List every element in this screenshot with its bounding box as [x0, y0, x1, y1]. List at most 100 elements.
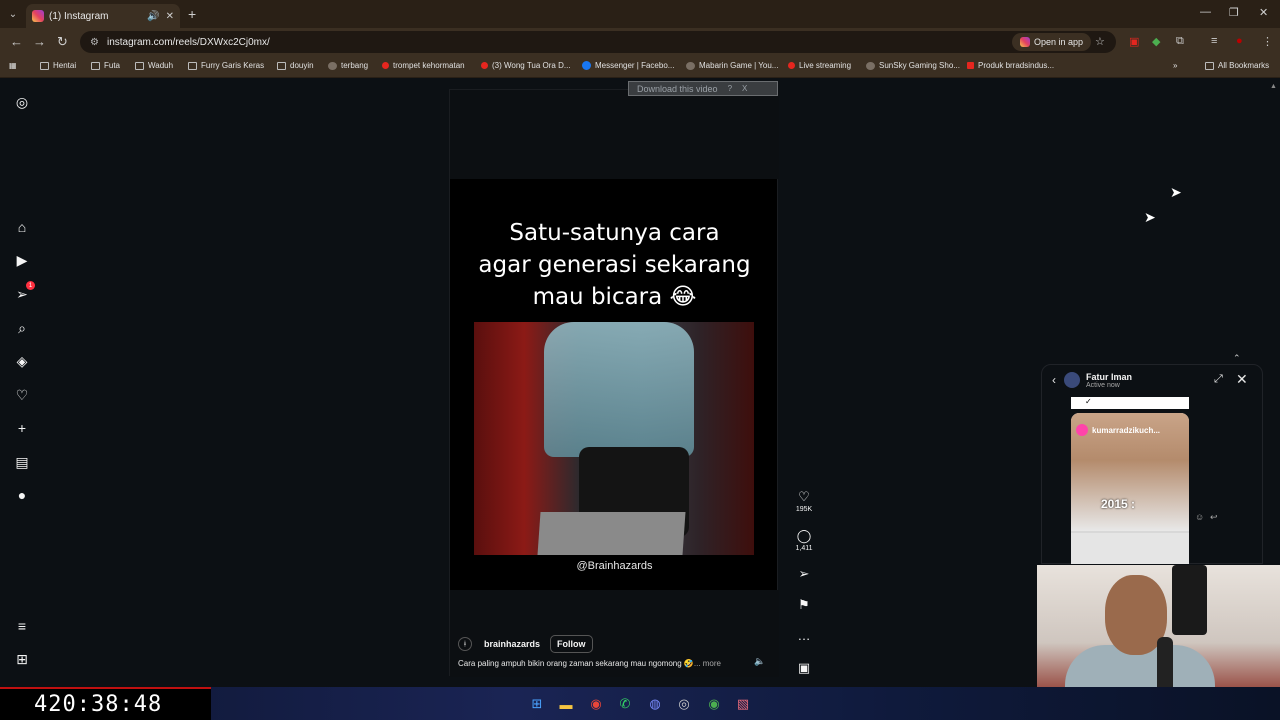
back-button[interactable]: ←	[10, 34, 23, 49]
shared-reel-card[interactable]: kumarradzikuch... 2015 :	[1071, 413, 1189, 564]
site-info-icon[interactable]: ⚙	[90, 37, 99, 48]
chrome-icon[interactable]: ◉	[587, 695, 605, 713]
media-control-icon[interactable]: ≡	[1211, 35, 1217, 47]
more-bookmarks-icon[interactable]: »	[1173, 61, 1177, 70]
file-explorer-icon[interactable]: ▬	[557, 695, 575, 713]
browser-menu-icon[interactable]: ⋮	[1262, 35, 1273, 48]
like-button[interactable]: ♡ 195K	[794, 489, 814, 513]
bookmark-item[interactable]: terbang	[328, 61, 368, 70]
reel-author-row: ᚼ brainhazards Follow	[458, 635, 593, 653]
heart-icon: ♡	[798, 489, 810, 504]
scrollbar-up-arrow[interactable]: ▲	[1270, 83, 1277, 90]
mute-icon[interactable]: 🔈	[754, 656, 765, 667]
folder-icon	[1205, 61, 1214, 70]
discord-icon[interactable]: ◍	[646, 695, 664, 713]
comment-button[interactable]: ◯ 1,411	[794, 528, 814, 552]
bookmark-item[interactable]: Mabarin Game | You...	[686, 61, 778, 70]
new-tab-button[interactable]: +	[188, 6, 196, 22]
more-link[interactable]: ... more	[694, 659, 721, 668]
shared-reel-user: kumarradzikuch...	[1076, 424, 1160, 436]
chat-avatar[interactable]	[1064, 372, 1080, 388]
more-options-button[interactable]: …	[794, 628, 814, 643]
extension-icon[interactable]: ▣	[1129, 35, 1139, 48]
all-bookmarks-button[interactable]: All Bookmarks	[1205, 61, 1269, 70]
home-icon[interactable]: ⌂	[13, 218, 31, 236]
more-menu-icon[interactable]: ≡	[13, 617, 31, 635]
extensions-puzzle-icon[interactable]: ⧉	[1176, 35, 1184, 48]
obs-icon[interactable]: ◎	[675, 695, 693, 713]
like-count: 195K	[795, 506, 813, 513]
bookmark-item[interactable]: Live streaming	[788, 61, 851, 70]
reload-button[interactable]: ↻	[57, 34, 68, 50]
whatsapp-icon[interactable]: ✆	[616, 695, 634, 713]
chat-header: ‹ Fatur Iman Active now ⤢ ✕	[1042, 365, 1264, 395]
overlay-line: agar generasi sekarang	[478, 252, 751, 278]
dashboard-icon[interactable]: ▤	[13, 453, 31, 471]
audio-track-button[interactable]: ▣	[794, 660, 814, 676]
ellipsis-icon: …	[797, 628, 811, 643]
browser-tab-instagram[interactable]: (1) Instagram 🔊 ✕	[26, 4, 180, 28]
explore-icon[interactable]: ◈	[13, 352, 31, 370]
share-button[interactable]: ➢	[794, 566, 814, 582]
bookmark-item[interactable]: Messenger | Facebo...	[582, 61, 674, 70]
download-video-label[interactable]: Download this video	[637, 84, 718, 94]
bookmark-item[interactable]: Waduh	[135, 61, 173, 70]
profile-icon[interactable]: ●	[13, 486, 31, 504]
photos-icon[interactable]: ▧	[734, 695, 752, 713]
also-from-meta-icon[interactable]: ⊞	[13, 650, 31, 668]
bookmark-item[interactable]: Furry Garis Keras	[188, 61, 264, 70]
apps-grid-icon[interactable]: ▦	[9, 61, 17, 70]
close-chat-icon[interactable]: ✕	[1236, 371, 1248, 388]
chat-contact-name[interactable]: Fatur Iman	[1086, 372, 1132, 382]
bookmark-item[interactable]: trompet kehormatan	[382, 61, 465, 70]
instagram-logo-icon[interactable]: ◎	[13, 93, 31, 111]
minimize-button[interactable]: —	[1200, 6, 1211, 18]
stream-timer: 420:38:48	[0, 687, 211, 720]
forward-button[interactable]: →	[33, 34, 46, 49]
bookmark-label: SunSky Gaming Sho...	[879, 61, 960, 70]
expand-chat-icon[interactable]: ⤢	[1214, 373, 1223, 386]
react-icon[interactable]: ☺	[1195, 512, 1204, 522]
windows-start-icon[interactable]: ⊞	[528, 695, 546, 713]
previous-message[interactable]: ✓	[1071, 397, 1189, 409]
window-close-button[interactable]: ✕	[1259, 6, 1268, 19]
bookmark-item[interactable]: (3) Wong Tua Ora D...	[481, 61, 571, 70]
bookmark-item[interactable]: SunSky Gaming Sho...	[866, 61, 960, 70]
chrome-profile-icon[interactable]: ◉	[705, 695, 723, 713]
create-icon[interactable]: +	[13, 419, 31, 437]
author-avatar[interactable]: ᚼ	[458, 637, 472, 651]
bookmark-star-icon[interactable]: ☆	[1095, 35, 1105, 48]
folder-icon	[40, 61, 49, 70]
save-button[interactable]: ⚑	[794, 597, 814, 613]
chat-collapse-icon[interactable]: ⌃	[1233, 353, 1241, 364]
bookmark-item[interactable]: douyin	[277, 61, 314, 70]
author-name[interactable]: brainhazards	[484, 639, 540, 649]
tab-audio-icon[interactable]: 🔊	[147, 11, 159, 22]
download-video-bar[interactable]: Download this video ? X	[628, 81, 778, 96]
download-help-icon[interactable]: ?	[728, 84, 732, 93]
extension-green-icon[interactable]: ◆	[1152, 35, 1160, 48]
reel-video[interactable]: Satu-satunya cara agar generasi sekarang…	[449, 89, 779, 677]
mouse-cursor-icon: ➤	[1170, 184, 1182, 200]
reels-icon[interactable]: ▶	[13, 251, 31, 269]
download-close-icon[interactable]: X	[742, 84, 747, 93]
reply-icon[interactable]: ↩	[1210, 512, 1218, 523]
notifications-heart-icon[interactable]: ♡	[13, 386, 31, 404]
follow-button[interactable]: Follow	[550, 635, 593, 653]
mouse-cursor-icon: ➤	[1144, 209, 1156, 225]
bookmark-item[interactable]: Produk brradsindus...	[967, 61, 1054, 70]
search-icon[interactable]: ⌕	[13, 319, 31, 337]
instagram-sidebar	[0, 82, 44, 687]
maximize-button[interactable]: ❐	[1229, 6, 1239, 19]
tab-search-icon[interactable]: ⌄	[0, 0, 26, 28]
bookmark-item[interactable]: Futa	[91, 61, 120, 70]
bookmark-item[interactable]: Hentai	[40, 61, 76, 70]
open-in-app-button[interactable]: Open in app	[1012, 33, 1092, 51]
chat-back-icon[interactable]: ‹	[1052, 373, 1056, 387]
address-bar[interactable]: ⚙ instagram.com/reels/DXWxc2Cj0mx/	[80, 31, 1116, 53]
tab-close-icon[interactable]: ✕	[166, 11, 174, 22]
chat-status: Active now	[1086, 381, 1120, 389]
all-bookmarks-label: All Bookmarks	[1218, 61, 1270, 70]
profile-avatar[interactable]: ●	[1236, 35, 1243, 47]
messages-icon[interactable]: ➢ 1	[13, 281, 35, 303]
